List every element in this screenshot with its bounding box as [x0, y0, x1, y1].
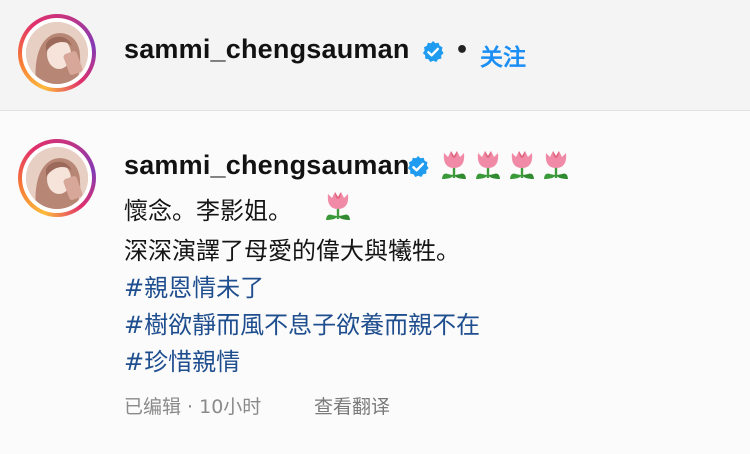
separator-dot: • — [455, 38, 470, 63]
verified-badge-icon — [407, 156, 429, 177]
avatar[interactable] — [18, 14, 96, 92]
tulip-emoji — [476, 151, 500, 179]
tulip-emoji — [544, 151, 568, 179]
comment-text-line: 深深演譯了母愛的偉大與犧牲。 — [124, 237, 460, 265]
post-username[interactable]: sammi_chengsauman — [124, 34, 410, 65]
see-translation-button[interactable]: 查看翻译 — [314, 392, 390, 419]
hashtag-link[interactable]: #樹欲靜而風不息子欲養而親不在 — [124, 305, 480, 340]
tulip-emoji — [442, 151, 466, 179]
comment-text-line: 懷念。李影姐。 — [124, 197, 292, 225]
edited-timestamp: 已编辑 · 10小时 — [124, 396, 262, 418]
comment-username[interactable]: sammi_chengsauman — [124, 150, 410, 181]
hashtag-link[interactable]: #親恩情未了 — [124, 268, 264, 303]
hashtag-link[interactable]: #珍惜親情 — [124, 342, 240, 377]
tulip-emoji — [510, 151, 534, 179]
comment-avatar[interactable] — [18, 139, 96, 217]
follow-button[interactable]: 关注 — [480, 38, 526, 72]
tulip-emoji — [326, 192, 350, 220]
verified-badge-icon — [422, 41, 444, 62]
